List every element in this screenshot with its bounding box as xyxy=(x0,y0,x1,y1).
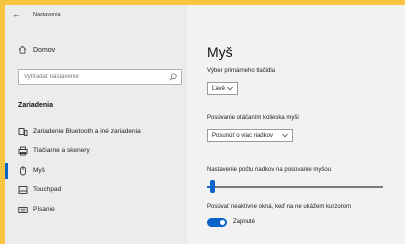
back-arrow-icon[interactable]: ← xyxy=(12,10,21,19)
title-bar: ← Nastavenia xyxy=(5,5,187,27)
dropdown-value: Ľavé xyxy=(212,86,226,92)
active-indicator xyxy=(5,163,8,179)
printer-icon xyxy=(18,146,28,156)
page-title: Myš xyxy=(207,44,233,60)
lines-to-scroll-label: Nastavenie počtu riadkov na posúvanie my… xyxy=(207,167,332,173)
sidebar-item-printers[interactable]: Tlačiarne a skenery xyxy=(5,142,187,160)
sidebar: ← Nastavenia Domov Zariadenia Zariadenie… xyxy=(5,5,187,244)
sidebar-item-label: Domov xyxy=(33,47,56,54)
settings-window: ← Nastavenia Domov Zariadenia Zariadenie… xyxy=(5,5,405,244)
inactive-scroll-toggle[interactable] xyxy=(207,218,227,227)
sidebar-item-bluetooth[interactable]: Zariadenie Bluetooth a iné zariadenia xyxy=(5,123,187,141)
sidebar-item-label: Myš xyxy=(33,167,45,174)
chevron-down-icon xyxy=(227,86,233,91)
search-input[interactable] xyxy=(19,70,164,84)
app-title: Nastavenia xyxy=(33,12,61,18)
keyboard-icon xyxy=(18,207,28,213)
sidebar-item-label: Touchpad xyxy=(33,186,62,193)
lines-to-scroll-slider[interactable] xyxy=(207,186,383,188)
chevron-down-icon xyxy=(282,133,288,138)
sidebar-item-touchpad[interactable]: Touchpad xyxy=(5,181,187,199)
search-icon[interactable] xyxy=(169,73,177,81)
wheel-scroll-label: Posúvanie otáčaním kolieska myši xyxy=(207,115,299,121)
mouse-icon xyxy=(20,166,26,176)
sidebar-item-mouse[interactable]: Myš xyxy=(5,162,187,180)
main-content: Myš Výber primárneho tlačidla Ľavé Posúv… xyxy=(187,5,405,244)
sidebar-item-label: Tlačiarne a skenery xyxy=(33,147,90,154)
section-title: Zariadenia xyxy=(18,102,54,109)
sidebar-item-typing[interactable]: Písanie xyxy=(5,201,187,219)
bluetooth-devices-icon xyxy=(18,128,28,136)
sidebar-item-home[interactable]: Domov xyxy=(5,43,187,59)
wheel-scroll-dropdown[interactable]: Posunúť o viac riadkov xyxy=(207,129,293,142)
home-icon xyxy=(18,45,27,54)
sidebar-item-label: Písanie xyxy=(33,206,55,213)
search-box[interactable] xyxy=(18,69,182,85)
primary-button-label: Výber primárneho tlačidla xyxy=(207,68,276,74)
touchpad-icon xyxy=(18,186,28,194)
dropdown-value: Posunúť o viac riadkov xyxy=(212,133,273,139)
inactive-scroll-label: Posúvať neaktívne okná, keď na ne ukážem… xyxy=(207,204,352,210)
slider-thumb[interactable] xyxy=(210,180,216,193)
toggle-state-label: Zapnuté xyxy=(233,219,256,225)
toggle-knob xyxy=(220,220,225,225)
sidebar-item-label: Zariadenie Bluetooth a iné zariadenia xyxy=(33,128,141,135)
primary-button-dropdown[interactable]: Ľavé xyxy=(207,82,238,95)
